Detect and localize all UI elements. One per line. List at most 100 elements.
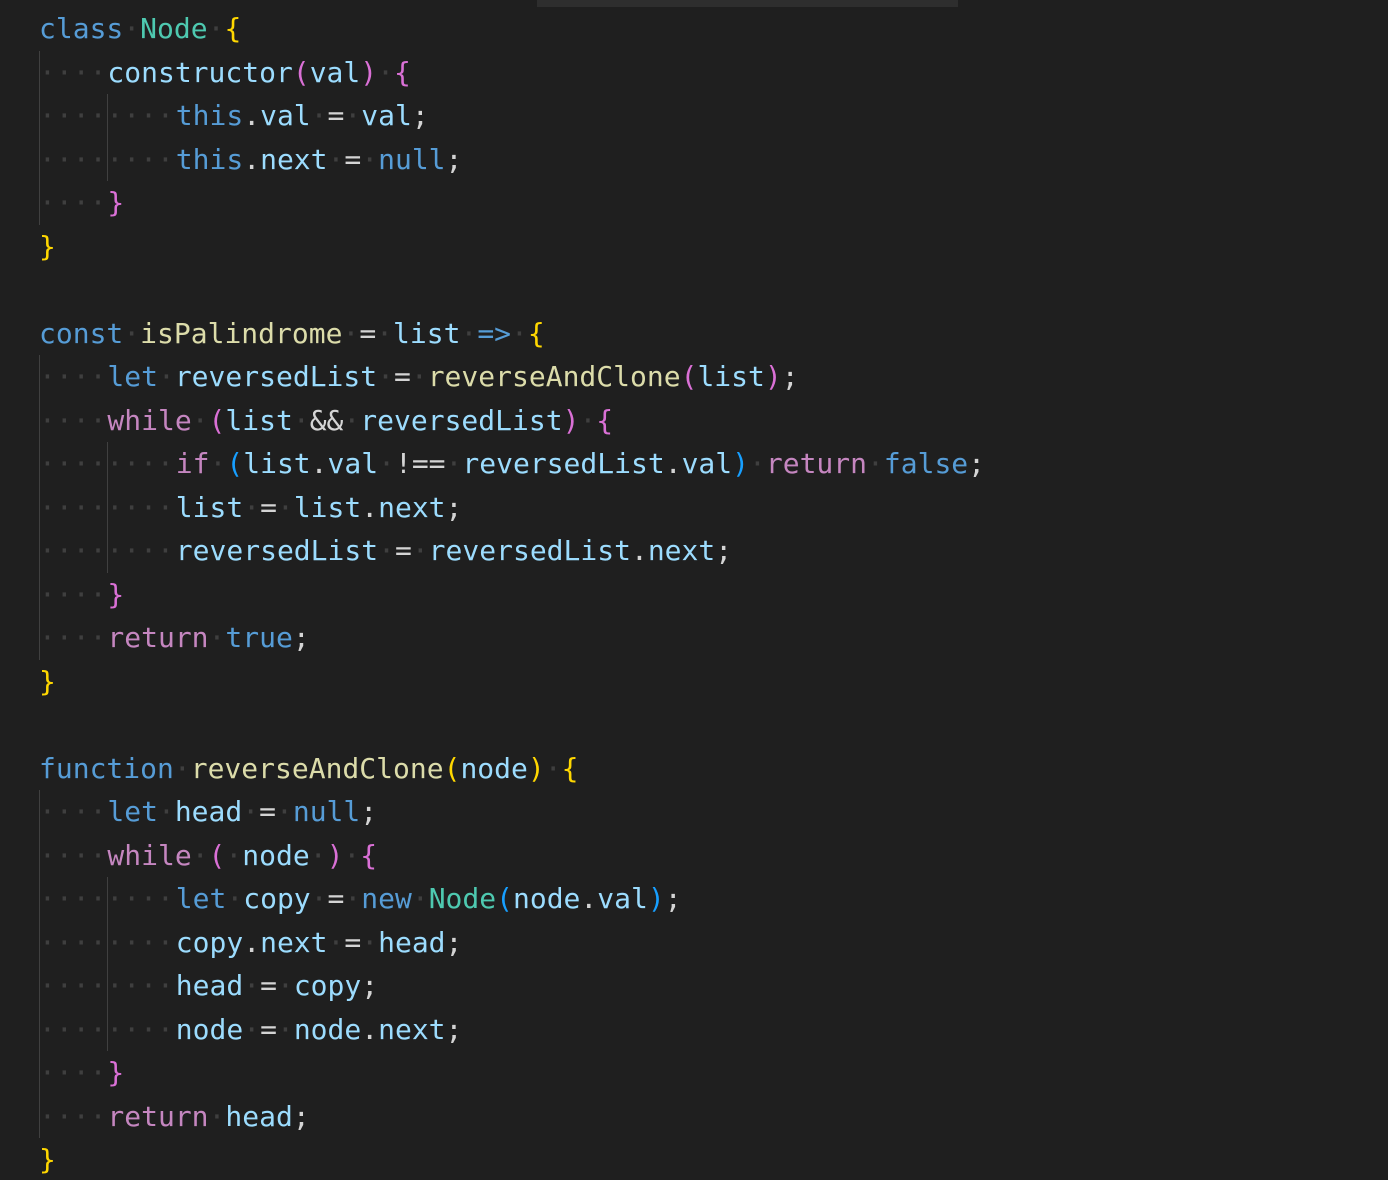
code-token: reversedList	[428, 534, 631, 567]
code-line[interactable]: ···· return·head;	[0, 1094, 1388, 1138]
code-token: ·=·	[243, 1012, 294, 1046]
code-token: ·=·	[377, 360, 428, 393]
code-line[interactable]: ···· let·reversedList·=·reverseAndClone(l…	[0, 355, 1388, 399]
whitespace-indicator: ·	[123, 12, 141, 45]
whitespace-indicator: ·	[749, 447, 766, 480]
code-line-text: class·Node·{	[39, 7, 241, 51]
code-token: }	[107, 186, 125, 219]
code-line[interactable]: ········ reversedList·=·reversedList.next…	[0, 529, 1388, 573]
code-token: }	[107, 577, 125, 611]
code-token: reversedList	[175, 534, 379, 567]
code-line[interactable]: ····}	[0, 181, 1388, 225]
code-token: ·=·	[342, 316, 394, 350]
code-line-text: }	[39, 225, 56, 269]
code-token: return	[107, 621, 209, 654]
code-token: val	[260, 99, 311, 132]
code-line[interactable]: ···· while·(list·&&·reversedList)·{	[0, 398, 1388, 442]
code-token: .	[580, 882, 598, 915]
code-line-text: let·head·=·null;	[107, 790, 377, 834]
code-line[interactable]: ········ copy.next·=·head;	[0, 920, 1388, 964]
code-line-text: function·reverseAndClone(node)·{	[39, 747, 578, 791]
code-token: function	[39, 751, 174, 785]
code-token: }	[107, 1056, 125, 1089]
whitespace-indicator: ····	[39, 795, 107, 828]
code-editor[interactable]: class·Node·{···· constructor(val)·{······…	[0, 0, 1388, 1180]
code-token: ;	[361, 969, 379, 1002]
code-token: ·=·	[243, 490, 294, 524]
whitespace-indicator: ·	[225, 838, 243, 872]
whitespace-indicator: ········	[39, 142, 174, 176]
code-line-text: }	[39, 660, 56, 704]
code-token: true	[225, 621, 293, 654]
code-line[interactable]: ···· return·true;	[0, 616, 1388, 660]
code-line[interactable]: ····}	[0, 1051, 1388, 1095]
code-token: ·=·	[327, 925, 379, 959]
code-line[interactable]: ···· while·(·node·)·{	[0, 833, 1388, 877]
code-token: ;	[968, 447, 986, 480]
code-line-text: if·(list.val·!==·reversedList.val)·retur…	[176, 442, 985, 486]
code-token: return	[765, 447, 868, 480]
code-line[interactable]: ····}	[0, 572, 1388, 616]
code-token: .	[361, 1012, 379, 1046]
code-token: val	[309, 55, 361, 89]
whitespace-indicator: ·	[544, 751, 562, 785]
code-token: const	[39, 316, 124, 350]
code-line[interactable]: }	[0, 660, 1388, 704]
code-token: Node	[428, 882, 497, 915]
whitespace-indicator: ·	[460, 316, 478, 350]
whitespace-indicator: ·	[123, 316, 141, 350]
code-token: {	[393, 55, 411, 89]
code-line[interactable]: const·isPalindrome·=·list·=>·{	[0, 312, 1388, 356]
whitespace-indicator: ·	[378, 447, 395, 480]
whitespace-indicator: ····	[39, 186, 107, 219]
code-token: val	[327, 447, 379, 480]
code-token: ;	[445, 490, 463, 524]
code-token: false	[883, 447, 969, 480]
code-line[interactable]	[0, 703, 1388, 747]
code-line[interactable]: ········ node·=·node.next;	[0, 1007, 1388, 1052]
code-token: .	[664, 447, 682, 480]
code-token: node	[512, 882, 581, 915]
code-line[interactable]: ········ let·copy·=·new·Node(node.val);	[0, 877, 1388, 921]
code-line[interactable]: ···· constructor(val)·{	[0, 50, 1388, 95]
code-token: reverseAndClone	[427, 360, 681, 393]
whitespace-indicator: ·	[209, 447, 227, 480]
code-content[interactable]: class·Node·{···· constructor(val)·{······…	[0, 7, 1388, 1180]
code-token: class	[39, 12, 124, 45]
code-token: constructor	[107, 55, 293, 89]
horizontal-scrollbar-track[interactable]	[0, 0, 1388, 7]
code-line[interactable]: }	[0, 225, 1388, 269]
code-token: ·=·	[243, 969, 294, 1002]
code-token: while	[107, 403, 192, 437]
code-token: node	[175, 1012, 244, 1046]
code-line[interactable]: ···· let·head·=·null;	[0, 790, 1388, 834]
code-line[interactable]	[0, 268, 1388, 312]
code-line-text: constructor(val)·{	[107, 51, 410, 95]
whitespace-indicator: ·	[191, 403, 209, 437]
code-line[interactable]: class·Node·{	[0, 7, 1388, 51]
code-token: return	[107, 1099, 209, 1133]
code-token: (	[496, 882, 513, 915]
code-token: this	[175, 142, 244, 176]
whitespace-indicator: ········	[39, 447, 174, 480]
code-line[interactable]: ········ this.val·=·val;	[0, 94, 1388, 138]
code-token: !==	[394, 447, 446, 480]
code-token: {	[561, 751, 579, 785]
code-token: let	[175, 882, 227, 915]
code-line[interactable]: ········ head·=·copy;	[0, 964, 1388, 1008]
code-token: head	[378, 925, 446, 959]
code-line[interactable]: ········ list·=·list.next;	[0, 485, 1388, 529]
code-token: )	[527, 751, 545, 785]
horizontal-scrollbar-thumb[interactable]	[537, 0, 958, 7]
code-line[interactable]: }	[0, 1138, 1388, 1180]
code-line[interactable]: ········ this.next·=·null;	[0, 137, 1388, 182]
code-line-text: this.next·=·null;	[176, 138, 463, 182]
code-line-text: node·=·node.next;	[176, 1008, 463, 1052]
code-token: ;	[781, 360, 799, 393]
code-token: &&	[309, 403, 344, 437]
code-token: .	[630, 534, 648, 567]
code-line[interactable]: function·reverseAndClone(node)·{	[0, 747, 1388, 791]
code-token: =>	[477, 316, 512, 350]
code-line[interactable]: ········ if·(list.val·!==·reversedList.va…	[0, 442, 1388, 486]
code-token: .	[243, 99, 261, 132]
